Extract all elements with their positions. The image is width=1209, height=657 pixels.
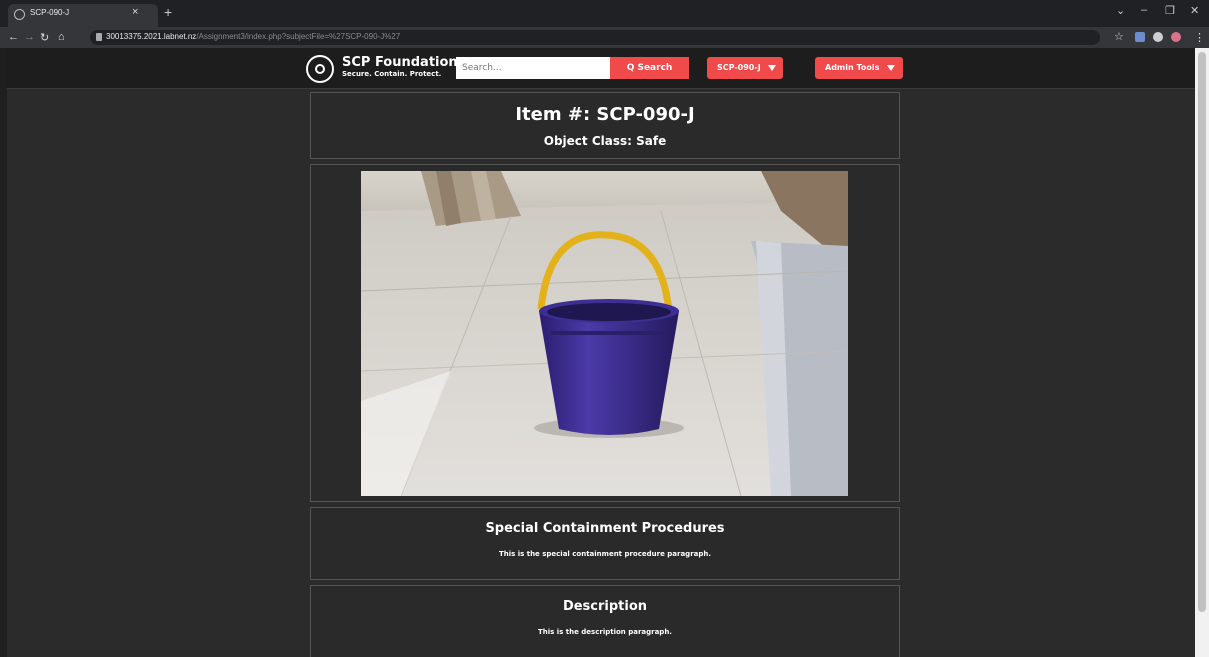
profile-avatar[interactable] <box>1171 32 1181 42</box>
address-bar: ← → ↻ ⌂ 30013375.2021.labnet.nz/Assignme… <box>0 27 1209 48</box>
scp-dropdown-button[interactable]: SCP-090-J <box>707 57 783 79</box>
page-viewport: SCP Foundation Secure. Contain. Protect.… <box>7 48 1195 657</box>
url-path: /Assignment3/index.php?subjectFile=%27SC… <box>196 32 401 41</box>
scp-logo-icon[interactable] <box>306 55 334 83</box>
caret-down-icon <box>768 65 776 71</box>
item-header-panel: Item #: SCP-090-J Object Class: Safe <box>310 92 900 159</box>
reload-icon[interactable]: ↻ <box>40 31 49 44</box>
tab-close-icon[interactable]: × <box>132 6 138 18</box>
description-panel: Description This is the description para… <box>310 585 900 657</box>
search-button[interactable]: Q Search <box>610 57 689 79</box>
menu-kebab-icon[interactable]: ⋮ <box>1194 31 1205 44</box>
browser-tab[interactable]: SCP-090-J × <box>8 4 158 27</box>
page-scrollbar[interactable] <box>1195 48 1209 657</box>
item-title: Item #: SCP-090-J <box>515 104 695 125</box>
lock-icon <box>96 33 102 41</box>
extensions-puzzle-icon[interactable] <box>1153 32 1163 42</box>
caret-down-icon <box>887 65 895 71</box>
back-icon[interactable]: ← <box>8 31 19 43</box>
browser-window: SCP-090-J × + ⌄ – ❐ ✕ ← → ↻ ⌂ 30013375.2… <box>0 0 1209 657</box>
brand-name[interactable]: SCP Foundation <box>342 55 458 70</box>
scp-dropdown-label: SCP-090-J <box>717 63 761 72</box>
site-navbar: SCP Foundation Secure. Contain. Protect.… <box>7 48 1195 89</box>
tab-strip: SCP-090-J × + ⌄ – ❐ ✕ <box>0 0 1209 27</box>
brand-tagline: Secure. Contain. Protect. <box>342 70 442 78</box>
bookmark-star-icon[interactable]: ☆ <box>1114 30 1124 43</box>
section-text: This is the description paragraph. <box>538 628 672 636</box>
item-image-panel <box>310 164 900 502</box>
section-title: Description <box>562 599 648 614</box>
section-title: Special Containment Procedures <box>485 521 725 536</box>
bucket-photo-illustration <box>361 171 848 496</box>
containment-panel: Special Containment Procedures This is t… <box>310 507 900 580</box>
extension-icon[interactable] <box>1135 32 1145 42</box>
search-input[interactable] <box>456 57 610 79</box>
url-field[interactable]: 30013375.2021.labnet.nz/Assignment3/inde… <box>90 30 1100 45</box>
admin-tools-label: Admin Tools <box>825 63 880 72</box>
restore-icon[interactable]: ❐ <box>1165 4 1175 17</box>
item-photo <box>361 171 848 496</box>
scroll-thumb[interactable] <box>1198 52 1206 612</box>
admin-tools-button[interactable]: Admin Tools <box>815 57 903 79</box>
home-icon[interactable]: ⌂ <box>58 31 65 43</box>
globe-icon <box>14 9 25 20</box>
url-host: 30013375.2021.labnet.nz <box>106 32 197 41</box>
minimize-icon[interactable]: – <box>1141 4 1147 16</box>
object-class: Object Class: Safe <box>543 134 667 148</box>
tab-title: SCP-090-J <box>30 8 70 17</box>
new-tab-button[interactable]: + <box>164 4 172 20</box>
forward-icon[interactable]: → <box>24 31 35 43</box>
tab-search-icon[interactable]: ⌄ <box>1116 4 1125 17</box>
section-text: This is the special containment procedur… <box>498 550 712 558</box>
close-window-icon[interactable]: ✕ <box>1190 4 1199 17</box>
